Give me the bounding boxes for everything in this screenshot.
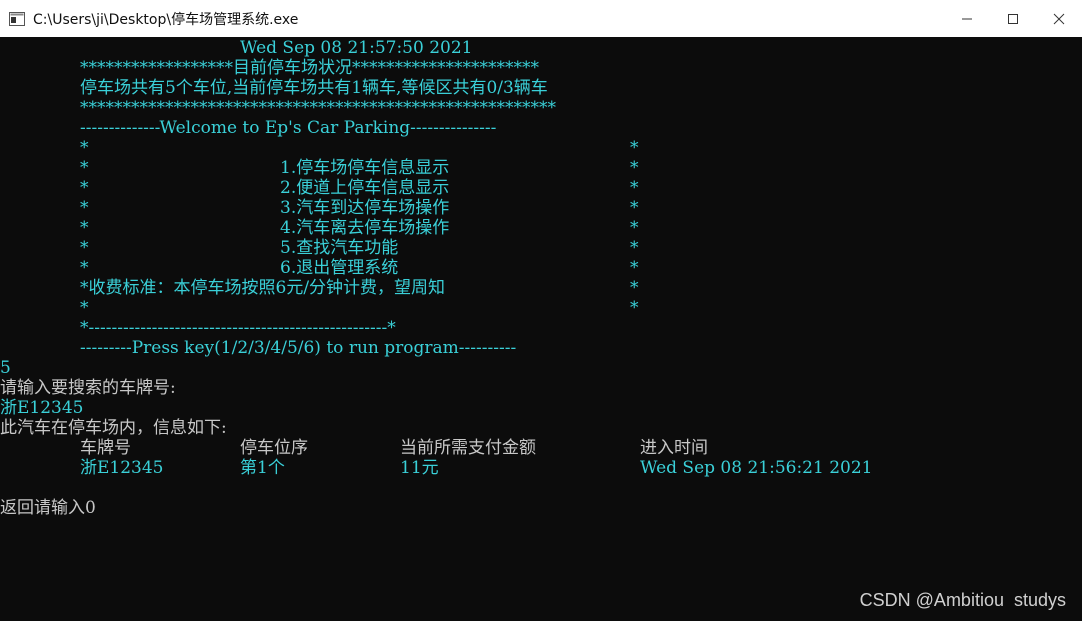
menu-border-left: * [80, 218, 89, 238]
menu-border-right: * [630, 238, 639, 258]
maximize-icon[interactable] [990, 0, 1036, 37]
menu-item-1: 1.停车场停车信息显示 [280, 158, 450, 178]
return-prompt: 返回请输入0 [0, 498, 96, 518]
current-datetime: Wed Sep 08 21:57:50 2021 [240, 38, 473, 58]
table-cell-plate: 浙E12345 [80, 458, 164, 478]
menu-border-right: * [630, 198, 639, 218]
menu-border-right: * [630, 258, 639, 278]
stars-divider: ****************************************… [80, 98, 556, 118]
window-controls [944, 0, 1082, 37]
menu-bottom-border: *---------------------------------------… [80, 318, 396, 338]
menu-border-right: * [630, 278, 639, 298]
minimize-icon[interactable] [944, 0, 990, 37]
menu-item-6: 6.退出管理系统 [280, 258, 399, 278]
status-banner: ******************目前停车场状况***************… [80, 58, 539, 78]
plate-prompt: 请输入要搜索的车牌号: [0, 378, 176, 398]
welcome-line: --------------Welcome to Ep's Car Parkin… [80, 118, 497, 138]
fee-note: *收费标准：本停车场按照6元/分钟计费，望周知 [80, 278, 446, 298]
table-header-plate: 车牌号 [80, 438, 131, 458]
menu-item-2: 2.便道上停车信息显示 [280, 178, 450, 198]
press-key-line: ---------Press key(1/2/3/4/5/6) to run p… [80, 338, 517, 358]
menu-border-left: * [80, 178, 89, 198]
menu-border-right: * [630, 218, 639, 238]
table-header-slot: 停车位序 [240, 438, 308, 458]
menu-border-left: * [80, 238, 89, 258]
table-header-amount: 当前所需支付金额 [400, 438, 536, 458]
table-cell-amount: 11元 [400, 458, 439, 478]
menu-border-right: * [630, 178, 639, 198]
menu-border-right: * [630, 298, 639, 318]
menu-border-left: * [80, 258, 89, 278]
table-header-entry-time: 进入时间 [640, 438, 708, 458]
table-cell-entry-time: Wed Sep 08 21:56:21 2021 [640, 458, 873, 478]
menu-border-right: * [630, 158, 639, 178]
console-window: C:\Users\ji\Desktop\停车场管理系统.exe Wed Sep … [0, 0, 1082, 621]
console-output[interactable]: Wed Sep 08 21:57:50 2021 ***************… [0, 37, 1082, 621]
result-intro: 此汽车在停车场内，信息如下: [0, 418, 227, 438]
close-icon[interactable] [1036, 0, 1082, 37]
menu-item-3: 3.汽车到达停车场操作 [280, 198, 450, 218]
menu-border-left: * [80, 198, 89, 218]
menu-item-4: 4.汽车离去停车场操作 [280, 218, 450, 238]
plate-input: 浙E12345 [0, 398, 84, 418]
user-choice: 5 [0, 358, 11, 378]
table-cell-slot: 第1个 [240, 458, 285, 478]
menu-border-left: * [80, 138, 89, 158]
menu-item-5: 5.查找汽车功能 [280, 238, 399, 258]
title-bar[interactable]: C:\Users\ji\Desktop\停车场管理系统.exe [0, 0, 1082, 37]
menu-border-left: * [80, 158, 89, 178]
menu-border-left: * [80, 298, 89, 318]
window-title: C:\Users\ji\Desktop\停车场管理系统.exe [33, 11, 299, 28]
parking-status-line: 停车场共有5个车位,当前停车场共有1辆车,等候区共有0/3辆车 [80, 78, 548, 98]
menu-border-right: * [630, 138, 639, 158]
csdn-watermark: CSDN @Ambitiou studys [859, 590, 1066, 610]
console-app-icon [9, 11, 25, 27]
